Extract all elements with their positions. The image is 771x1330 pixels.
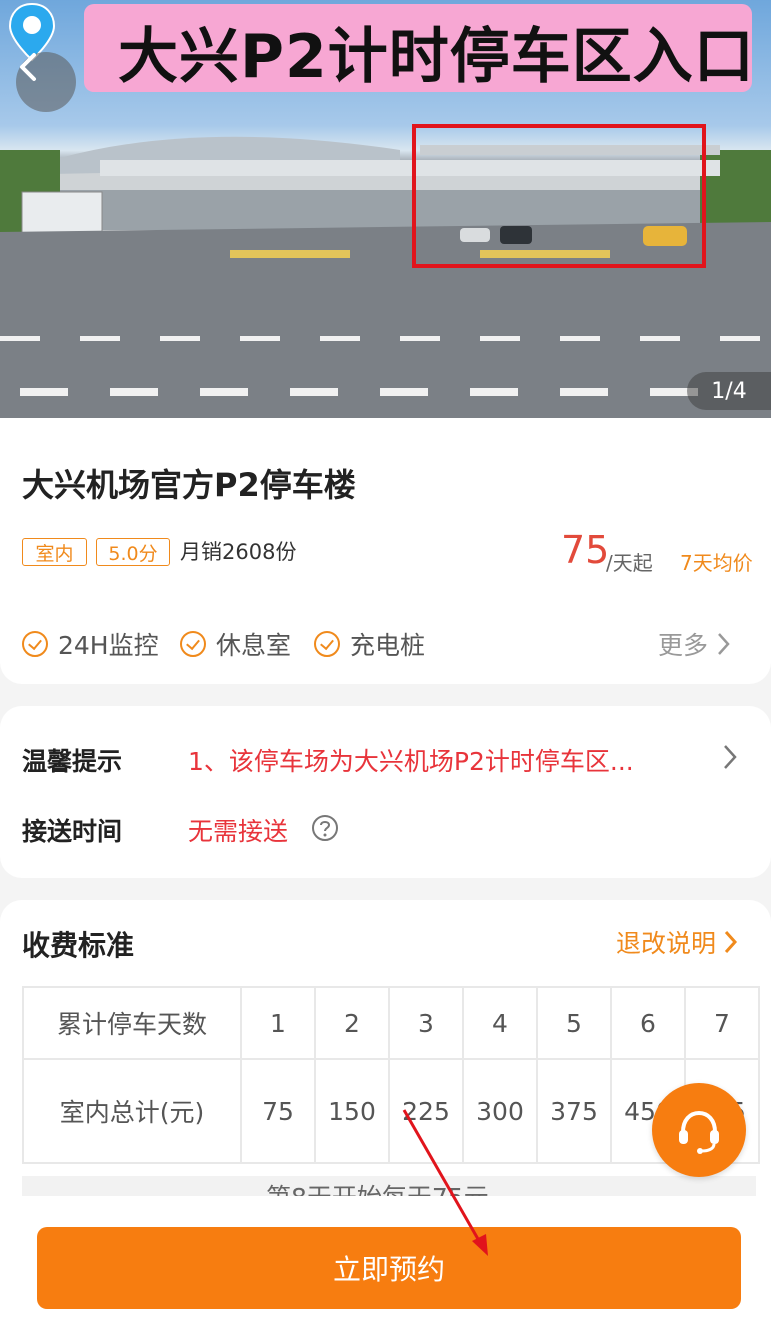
banner-title: 大兴P2计时停车区入口 <box>118 22 755 92</box>
refund-link[interactable]: 退改说明 <box>616 924 738 960</box>
tip-label: 温馨提示 <box>22 747 123 776</box>
tag-indoor: 室内 <box>22 538 87 566</box>
check-circle-icon <box>314 631 340 657</box>
help-icon[interactable] <box>311 814 339 842</box>
chevron-left-icon <box>20 53 36 81</box>
check-circle-icon <box>22 631 48 657</box>
total-cell: 375 <box>536 1058 612 1164</box>
day-cell: 7 <box>684 986 760 1060</box>
back-button[interactable] <box>16 52 76 112</box>
hero-image[interactable]: 大兴P2计时停车区入口 1/4 <box>0 0 771 418</box>
total-cell: 150 <box>314 1058 390 1164</box>
customer-service-button[interactable] <box>652 1083 746 1177</box>
feature-label: 休息室 <box>216 631 292 660</box>
total-cell: 75 <box>240 1058 316 1164</box>
chevron-right-icon <box>724 930 738 954</box>
fee-footnote: 第8天开始每天75元 <box>22 1176 756 1196</box>
price-unit: /天起 <box>606 551 653 575</box>
fee-table: 累计停车天数 1 2 3 4 5 6 7 室内总计(元) 75 150 225 … <box>22 986 760 1164</box>
refund-label: 退改说明 <box>616 929 717 958</box>
image-counter: 1/4 <box>687 372 771 410</box>
total-cell: 300 <box>462 1058 538 1164</box>
table-row: 室内总计(元) 75 150 225 300 375 450 525 <box>22 1058 760 1164</box>
chevron-right-icon[interactable] <box>720 742 740 772</box>
more-features-link[interactable]: 更多 <box>658 626 732 662</box>
row-label-cell: 室内总计(元) <box>22 1058 242 1164</box>
more-label: 更多 <box>658 631 709 660</box>
feature-label: 充电桩 <box>350 631 426 660</box>
avg-price-note: 7天均价 <box>680 551 753 575</box>
monthly-sales: 月销2608份 <box>180 540 297 564</box>
feature-charging: 充电桩 <box>314 626 425 662</box>
day-cell: 4 <box>462 986 538 1060</box>
check-circle-icon <box>180 631 206 657</box>
tag-rating: 5.0分 <box>96 538 170 566</box>
total-cell: 225 <box>388 1058 464 1164</box>
fees-title: 收费标准 <box>22 929 135 962</box>
highlight-box <box>412 124 706 268</box>
day-cell: 1 <box>240 986 316 1060</box>
lot-title: 大兴机场官方P2停车楼 <box>22 466 356 504</box>
day-cell: 5 <box>536 986 612 1060</box>
lot-info-card: 大兴机场官方P2停车楼 室内 5.0分 月销2608份 75 /天起 7天均价 … <box>0 418 771 684</box>
feature-label: 24H监控 <box>58 631 159 660</box>
footnote-text: 第8天开始每天75元 <box>266 1178 489 1196</box>
shuttle-value: 无需接送 <box>188 817 289 846</box>
day-cell: 3 <box>388 986 464 1060</box>
feature-lounge: 休息室 <box>180 626 291 662</box>
feature-monitoring: 24H监控 <box>22 626 159 662</box>
price-value: 75 <box>561 528 610 572</box>
chevron-right-icon <box>718 633 730 655</box>
shuttle-label: 接送时间 <box>22 817 123 846</box>
day-cell: 2 <box>314 986 390 1060</box>
headset-icon <box>679 1110 719 1154</box>
day-cell: 6 <box>610 986 686 1060</box>
book-now-button[interactable]: 立即预约 <box>37 1227 741 1309</box>
header-cell: 累计停车天数 <box>22 986 242 1060</box>
tips-card: 温馨提示 1、该停车场为大兴机场P2计时停车区... 接送时间 无需接送 <box>0 706 771 878</box>
tip-text[interactable]: 1、该停车场为大兴机场P2计时停车区... <box>188 742 634 778</box>
table-header-row: 累计停车天数 1 2 3 4 5 6 7 <box>22 986 760 1060</box>
